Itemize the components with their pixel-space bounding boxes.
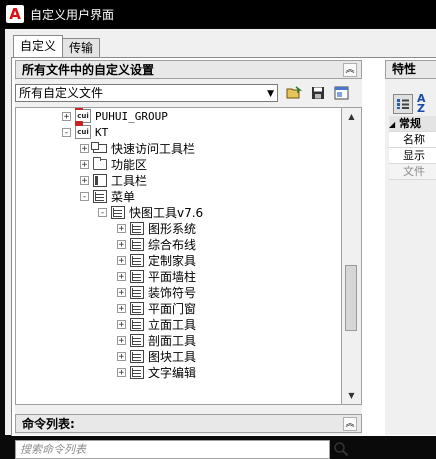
property-name-row[interactable]: 名称 [389,132,436,148]
categorized-icon [397,99,409,109]
property-category-general[interactable]: ◢ 常规 [389,116,436,132]
command-list-section: 命令列表: ︽ [15,414,362,433]
scroll-down-arrow-icon[interactable]: ▼ [342,387,361,404]
collapse-command-list-button[interactable]: ︽ [343,416,357,431]
tree-node[interactable]: - 菜单 [80,188,135,204]
properties-toolbar: AZ [393,93,426,114]
expand-icon[interactable]: + [117,271,126,281]
tree-node[interactable]: + 图形系统 [117,220,196,236]
title-bar: A 自定义用户界面 [0,0,436,28]
file-filter-row: 所有自定义文件 ▼ [15,82,362,104]
collapse-icon[interactable]: - [98,207,107,217]
tree-node[interactable]: + 快速访问工具栏 [80,140,195,156]
categorized-view-button[interactable] [393,94,413,114]
tree-node[interactable]: - 快图工具v7.6 [98,204,203,220]
collapse-icon[interactable]: - [62,127,71,137]
collapse-customizations-button[interactable]: ︽ [343,62,357,77]
expand-icon[interactable]: + [117,367,126,377]
expand-icon[interactable]: + [80,175,89,185]
expand-icon[interactable]: + [62,111,71,121]
quick-access-icon [91,141,107,153]
expand-icon[interactable]: + [117,351,126,361]
tree-node[interactable]: + 定制家具 [117,252,196,268]
tab-transfer[interactable]: 传输 [62,38,101,57]
menu-icon [130,301,144,315]
ribbon-folder-icon [93,156,107,170]
property-file-row[interactable]: 文件 [389,164,436,180]
dropdown-arrow-icon: ▼ [267,89,274,99]
window-title: 自定义用户界面 [30,7,115,22]
command-search-input[interactable]: 搜索命令列表 [15,439,330,459]
tree-node[interactable]: + 平面门窗 [117,300,196,316]
menu-icon [130,285,144,299]
command-list-header-label: 命令列表: [22,417,75,431]
filter-view-icon [334,86,349,100]
menu-icon [130,365,144,379]
command-search-row: 搜索命令列表 [15,439,362,459]
properties-pane: 特性 AZ ◢ 常规 名称 显示 文件 [385,60,436,435]
open-folder-icon [286,86,302,99]
expand-icon[interactable]: + [117,319,126,329]
menu-icon [130,221,144,235]
menu-icon [130,333,144,347]
chevron-up-icon: ︽ [345,64,355,75]
tree-node[interactable]: + 文字编辑 [117,364,196,380]
collapse-icon[interactable]: - [80,191,89,201]
tree-node[interactable]: + 装饰符号 [117,284,196,300]
tree-node[interactable]: + 综合布线 [117,236,196,252]
file-filter-value: 所有自定义文件 [19,86,104,100]
menu-icon [130,237,144,251]
tree-node[interactable]: + 功能区 [80,156,147,172]
expand-icon[interactable]: + [117,303,126,313]
expand-icon[interactable]: + [80,143,89,153]
menu-icon [130,317,144,331]
cui-file-icon: cui [75,121,91,139]
customizations-header: 所有文件中的自定义设置 ︽ [15,60,362,79]
expand-icon[interactable]: + [117,255,126,265]
properties-grid: ◢ 常规 名称 显示 文件 [389,116,436,180]
scroll-up-arrow-icon[interactable]: ▲ [342,108,361,125]
customizations-tree[interactable]: + cui PUHUI_GROUP - cui KT + 快速访问工具栏 + 功… [15,107,342,405]
menu-icon [130,269,144,283]
dialog-client-area: 自定义 传输 所有文件中的自定义设置 ︽ 所有自定义文件 ▼ + cui PUH… [5,29,436,459]
expand-icon[interactable]: + [117,239,126,249]
floppy-disk-icon [311,87,324,99]
expand-icon[interactable]: + [117,223,126,233]
expand-icon[interactable]: + [80,159,89,169]
scroll-thumb[interactable] [345,265,357,331]
expand-icon[interactable]: + [117,287,126,297]
customizations-pane: 所有文件中的自定义设置 ︽ 所有自定义文件 ▼ + cui PUHUI_GROU… [15,60,362,459]
tree-node[interactable]: + 平面墙柱 [117,268,196,284]
tab-customize[interactable]: 自定义 [13,35,64,57]
tab-strip: 自定义 传输 [13,35,101,57]
menu-icon [111,205,125,219]
open-file-button[interactable] [285,85,302,102]
menu-icon [130,253,144,267]
search-icon [334,442,349,457]
save-button[interactable] [309,85,326,102]
tree-node[interactable]: + 剖面工具 [117,332,196,348]
customizations-header-label: 所有文件中的自定义设置 [22,63,155,77]
autocad-logo-icon[interactable]: A [6,5,24,23]
toolbar-icon [93,173,107,187]
alphabetical-sort-icon[interactable]: AZ [417,93,426,114]
tree-scrollbar[interactable]: ▲ ▼ [342,107,362,405]
tree-node[interactable]: - cui KT [62,121,108,140]
property-display-row[interactable]: 显示 [389,148,436,164]
expand-icon[interactable]: + [117,335,126,345]
file-filter-select[interactable]: 所有自定义文件 ▼ [15,84,278,102]
tree-node[interactable]: + 立面工具 [117,316,196,332]
display-filters-button[interactable] [333,85,350,102]
tree-node[interactable]: + 工具栏 [80,172,147,188]
search-button[interactable] [330,440,352,459]
tree-node[interactable]: + 图块工具 [117,348,196,364]
menu-icon [130,349,144,363]
properties-header: 特性 [385,60,436,79]
collapse-arrow-icon: ◢ [389,120,396,129]
menu-icon [93,189,107,203]
chevron-up-icon: ︽ [345,418,355,429]
command-list-header: 命令列表: ︽ [15,414,362,433]
